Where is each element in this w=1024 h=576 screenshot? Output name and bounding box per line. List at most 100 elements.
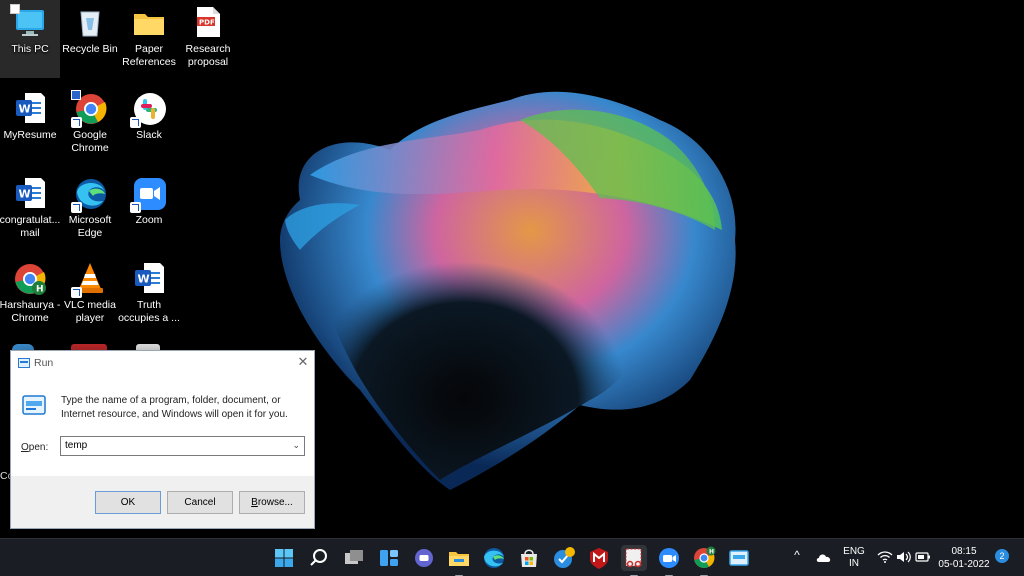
taskbar-search-button[interactable] [306, 545, 332, 571]
zoom-icon [659, 548, 679, 568]
search-icon [310, 549, 327, 566]
chevron-down-icon[interactable]: ⌄ [292, 440, 300, 451]
desktop-icon-this-pc[interactable]: This PC [0, 0, 60, 78]
desktop-icon-label: Paper References [122, 43, 176, 68]
store-icon [521, 549, 537, 567]
taskbar-run-button[interactable] [726, 545, 752, 571]
open-combobox[interactable]: ⌄ [60, 436, 305, 456]
file-explorer-button[interactable] [446, 545, 472, 576]
desktop-icon-microsoft-edge[interactable]: Microsoft Edge [60, 171, 120, 249]
desktop-icon-label: Google Chrome [71, 129, 109, 154]
start-button[interactable] [271, 545, 297, 571]
open-label-accel: O [21, 442, 29, 453]
start-icon [275, 549, 293, 567]
mcafee-icon [590, 548, 608, 569]
desktop-icon-label: Slack [136, 129, 162, 141]
svg-text:H: H [36, 285, 44, 295]
notification-badge[interactable]: 2 [995, 549, 1009, 563]
recycle-bin-icon [80, 11, 100, 37]
battery-icon[interactable] [915, 551, 931, 563]
svg-text:W: W [19, 188, 31, 201]
browse-text: rowse... [257, 497, 293, 508]
desktop-icon-label: Zoom [135, 214, 163, 226]
desktop-icon-paper-references[interactable]: Paper References [119, 0, 179, 78]
run-dialog: Run ✕ Type the name of a program, folder… [10, 350, 315, 529]
desktop-icon-slack[interactable]: Slack [119, 86, 179, 164]
desktop-icon-label: This PC [11, 43, 49, 55]
run-icon [18, 358, 30, 368]
clock[interactable]: 08:15 05-01-2022 [938, 545, 990, 571]
wifi-icon[interactable] [877, 550, 893, 564]
ok-button[interactable]: OK [95, 491, 161, 514]
widgets-button[interactable] [376, 545, 402, 571]
language-code: ENG [843, 546, 865, 557]
desktop-icon-label: Research proposal [185, 43, 231, 68]
update-assistant-button[interactable] [551, 545, 577, 571]
mcafee-button[interactable] [586, 545, 612, 571]
desktop-icon-label: Truth occupies a ... [118, 299, 180, 324]
store-button[interactable] [516, 545, 542, 571]
teams-chat-icon [415, 549, 433, 567]
close-button[interactable]: ✕ [296, 354, 310, 370]
desktop-icon-vlc[interactable]: VLC media player [60, 256, 120, 334]
word-doc-icon: W [135, 263, 164, 293]
task-view-button[interactable] [341, 545, 367, 571]
chrome-profile-icon: H [15, 264, 46, 295]
shortcut-arrow-icon [71, 287, 82, 298]
taskbar-chrome-profile-button[interactable]: H [691, 545, 717, 576]
browse-button[interactable]: Browse... [239, 491, 305, 514]
chrome-profile-icon: H [694, 546, 716, 568]
taskbar: H ^ ENG IN 08:15 05-01-2022 2 [0, 538, 1024, 576]
clock-time: 08:15 [951, 546, 977, 557]
shortcut-arrow-icon [71, 202, 82, 213]
run-icon [729, 550, 749, 566]
show-hidden-icons-button[interactable]: ^ [790, 548, 804, 562]
taskbar-edge-button[interactable] [481, 545, 507, 571]
run-program-icon [22, 395, 46, 415]
desktop-icon-myresume[interactable]: W MyResume [0, 86, 60, 164]
update-badge-icon [554, 547, 575, 568]
shortcut-arrow-icon [71, 117, 82, 128]
widgets-icon [380, 550, 398, 566]
svg-text:W: W [19, 103, 31, 116]
dialog-title: Run [34, 357, 54, 369]
clock-date: 05-01-2022 [938, 559, 990, 570]
desktop-icon-google-chrome[interactable]: Google Chrome [60, 86, 120, 164]
desktop-icon-zoom[interactable]: Zoom [119, 171, 179, 249]
browse-accel: B [251, 497, 258, 508]
language-indicator[interactable]: ENG IN [840, 546, 868, 570]
open-label: Open: [21, 442, 48, 453]
desktop-icon-label: Recycle Bin [62, 43, 118, 55]
onedrive-cloud-icon[interactable] [815, 550, 833, 564]
desktop-icon-label: Microsoft Edge [68, 214, 112, 239]
desktop-icon-congratulations-mail[interactable]: W congratulat... mail [0, 171, 60, 249]
cancel-button[interactable]: Cancel [167, 491, 233, 514]
desktop-icon-label: VLC media player [64, 299, 116, 324]
shortcut-arrow-icon [130, 202, 141, 213]
task-view-icon [345, 550, 363, 564]
word-doc-icon: W [16, 93, 45, 123]
svg-text:W: W [138, 273, 150, 286]
volume-icon[interactable] [896, 550, 912, 564]
file-explorer-icon [449, 552, 469, 566]
desktop-icon-label: MyResume [3, 129, 57, 141]
teams-chat-button[interactable] [411, 545, 437, 571]
pdf-icon: PDF [197, 7, 220, 37]
desktop-icon-harshaurya-chrome[interactable]: H Harshaurya - Chrome [0, 256, 60, 334]
desktop-icon-label: congratulat... mail [0, 214, 61, 239]
selection-checkbox[interactable] [71, 90, 81, 100]
dialog-description: Type the name of a program, folder, docu… [61, 395, 288, 420]
snipping-tool-button[interactable] [621, 545, 647, 576]
shortcut-arrow-icon [130, 117, 141, 128]
taskbar-zoom-button[interactable] [656, 545, 682, 576]
desktop-icon-label: Harshaurya - Chrome [0, 299, 61, 324]
desktop-icon-truth-occupies[interactable]: W Truth occupies a ... [118, 256, 180, 334]
region-code: IN [849, 558, 859, 569]
open-input[interactable] [65, 440, 280, 451]
open-label-text: pen: [28, 442, 49, 453]
desktop-icon-research-proposal[interactable]: PDF Research proposal [178, 0, 238, 78]
selection-checkbox[interactable] [10, 4, 20, 14]
svg-text:PDF: PDF [199, 19, 215, 27]
snipping-tool-icon [625, 548, 642, 568]
desktop-icon-recycle-bin[interactable]: Recycle Bin [60, 0, 120, 78]
